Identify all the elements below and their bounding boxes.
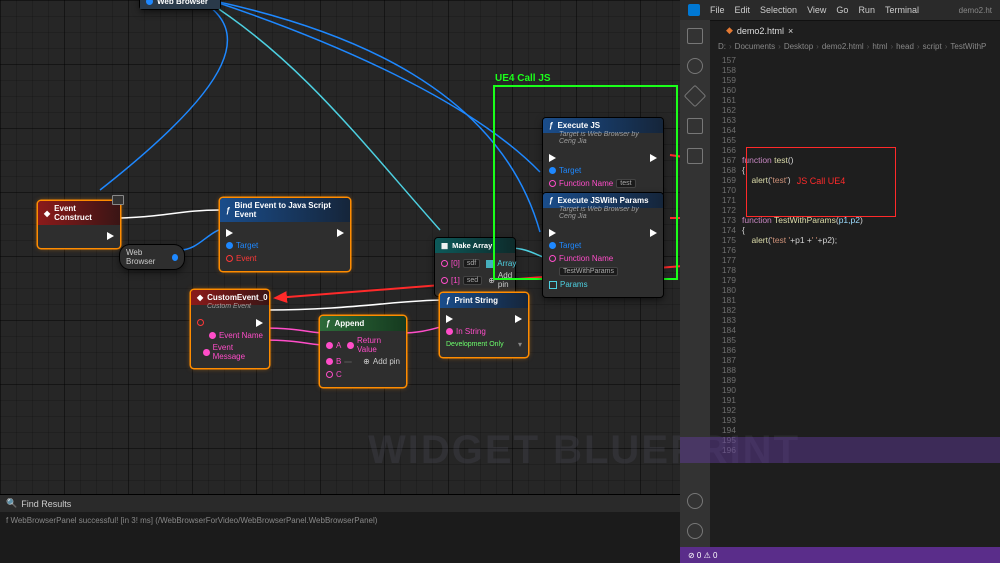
search-icon: 🔍 bbox=[6, 498, 17, 509]
node-execute-js[interactable]: ƒExecute JS Target is Web Browser by Cen… bbox=[543, 118, 663, 196]
node-subtitle: Target is Web Browser by Ceng Jia bbox=[543, 206, 663, 222]
menu-edit[interactable]: Edit bbox=[735, 5, 751, 15]
gear-icon[interactable] bbox=[687, 523, 703, 539]
var-label: Web Browser bbox=[126, 248, 169, 266]
node-event-construct[interactable]: ◆Event Construct bbox=[38, 201, 120, 248]
breadcrumb[interactable]: D:›Documents›Desktop›demo2.html›html›hea… bbox=[710, 40, 1000, 53]
code-area[interactable]: JS Call UE4 function test(){ alert('test… bbox=[736, 53, 1000, 547]
function-name-input[interactable]: TestWithParams bbox=[559, 267, 618, 276]
exec-out-pin[interactable] bbox=[256, 319, 263, 327]
menu-go[interactable]: Go bbox=[836, 5, 848, 15]
node-print-string[interactable]: ƒPrint String In String Development Only… bbox=[440, 293, 528, 357]
node-title: Append bbox=[334, 319, 364, 328]
exec-out-pin[interactable] bbox=[650, 154, 657, 162]
node-title: CustomEvent_0 bbox=[207, 293, 267, 302]
node-execute-js-params[interactable]: ƒExecute JSWith Params Target is Web Bro… bbox=[543, 193, 663, 297]
node-custom-event[interactable]: ◆CustomEvent_0 Custom Event Event Name E… bbox=[191, 290, 269, 368]
b-pin[interactable]: B bbox=[326, 357, 352, 366]
node-bind-event[interactable]: ƒBind Event to Java Script Event Target … bbox=[220, 198, 350, 271]
window-title: demo2.ht bbox=[959, 6, 992, 15]
exec-in-pin[interactable] bbox=[446, 315, 453, 323]
blueprint-canvas[interactable]: WIDGET BLUEPRINT bbox=[0, 0, 680, 563]
a-pin[interactable]: A bbox=[326, 341, 341, 350]
annotation-label: JS Call UE4 bbox=[747, 176, 895, 186]
exec-out-pin[interactable] bbox=[515, 315, 522, 323]
html-file-icon: ◆ bbox=[726, 25, 733, 36]
event-message-pin[interactable]: Event Message bbox=[203, 343, 263, 361]
node-title: Execute JS bbox=[557, 121, 600, 130]
find-result-line[interactable]: f WebBrowserPanel successful! [in 3! ms]… bbox=[0, 512, 680, 529]
debug-icon[interactable] bbox=[687, 118, 703, 134]
return-value-pin[interactable]: Return Value bbox=[347, 336, 400, 354]
exec-in-pin[interactable] bbox=[549, 154, 556, 162]
exec-in-pin[interactable] bbox=[226, 229, 233, 237]
delegate-pin[interactable] bbox=[197, 319, 204, 326]
search-icon[interactable] bbox=[687, 58, 703, 74]
in-string-pin[interactable]: In String bbox=[446, 327, 486, 336]
c-pin[interactable]: C bbox=[326, 370, 342, 379]
close-icon[interactable]: × bbox=[788, 26, 793, 36]
group-label: UE4 Call JS bbox=[495, 73, 551, 84]
menu-file[interactable]: File bbox=[710, 5, 725, 15]
line-gutter: 1571581591601611621631641651661671681691… bbox=[710, 53, 736, 547]
array-item-0-pin[interactable]: [0]sdf bbox=[441, 259, 480, 268]
node-webbrowser-top[interactable]: Web Browser bbox=[140, 0, 220, 9]
target-pin[interactable]: Target bbox=[226, 241, 258, 250]
target-pin[interactable]: Target bbox=[549, 166, 581, 175]
purple-overlay-bar bbox=[680, 437, 1000, 463]
expand-icon[interactable]: ▾ bbox=[518, 340, 522, 349]
node-title: Make Array bbox=[452, 241, 492, 250]
menu-bar: File Edit Selection View Go Run Terminal… bbox=[680, 0, 1000, 20]
comment-icon bbox=[112, 195, 124, 205]
account-icon[interactable] bbox=[687, 493, 703, 509]
target-pin[interactable]: Target bbox=[549, 241, 581, 250]
menu-view[interactable]: View bbox=[807, 5, 826, 15]
var-label: Web Browser bbox=[157, 0, 208, 6]
exec-out-pin[interactable] bbox=[337, 229, 344, 237]
status-bar[interactable]: ⊘ 0 ⚠ 0 bbox=[680, 547, 1000, 563]
find-results-panel[interactable]: 🔍 Find Results f WebBrowserPanel successf… bbox=[0, 494, 680, 563]
event-name-pin[interactable]: Event Name bbox=[209, 331, 263, 340]
tab-demo2[interactable]: ◆demo2.html× bbox=[718, 23, 801, 38]
params-pin[interactable]: Params bbox=[549, 280, 588, 289]
node-subtitle: Target is Web Browser by Ceng Jia bbox=[543, 131, 663, 147]
extensions-icon[interactable] bbox=[687, 148, 703, 164]
vscode-logo-icon bbox=[688, 4, 700, 16]
exec-out-pin[interactable] bbox=[107, 232, 114, 240]
node-webbrowser-var[interactable]: Web Browser bbox=[120, 245, 184, 269]
editor-tabs: ◆demo2.html× bbox=[710, 20, 1000, 40]
menu-run[interactable]: Run bbox=[858, 5, 875, 15]
node-subtitle: Custom Event bbox=[191, 303, 269, 312]
files-icon[interactable] bbox=[687, 28, 703, 44]
vscode-editor: File Edit Selection View Go Run Terminal… bbox=[680, 0, 1000, 563]
source-control-icon[interactable] bbox=[684, 85, 707, 108]
node-title: Print String bbox=[454, 296, 498, 305]
node-title: Bind Event to Java Script Event bbox=[234, 201, 344, 219]
exec-out-pin[interactable] bbox=[650, 229, 657, 237]
node-append[interactable]: ƒAppend AReturn Value B Add pin ⊕ C bbox=[320, 316, 406, 387]
problems-count[interactable]: ⊘ 0 ⚠ 0 bbox=[688, 551, 717, 560]
dev-only-label: Development Only bbox=[446, 341, 504, 348]
array-item-1-pin[interactable]: [1]sed bbox=[441, 276, 482, 285]
exec-in-pin[interactable] bbox=[549, 229, 556, 237]
function-name-pin[interactable]: Function Nametest bbox=[549, 179, 636, 188]
node-title: Event Construct bbox=[54, 204, 114, 222]
menu-terminal[interactable]: Terminal bbox=[885, 5, 919, 15]
node-title: Execute JSWith Params bbox=[557, 196, 648, 205]
panel-title: Find Results bbox=[21, 499, 71, 509]
activity-bar bbox=[680, 20, 710, 547]
function-name-pin[interactable]: Function Name bbox=[549, 254, 613, 263]
event-pin[interactable]: Event bbox=[226, 254, 256, 263]
annotation-js-call-ue4: JS Call UE4 bbox=[746, 147, 896, 217]
menu-selection[interactable]: Selection bbox=[760, 5, 797, 15]
add-pin-button[interactable]: Add pin ⊕ bbox=[363, 357, 400, 366]
